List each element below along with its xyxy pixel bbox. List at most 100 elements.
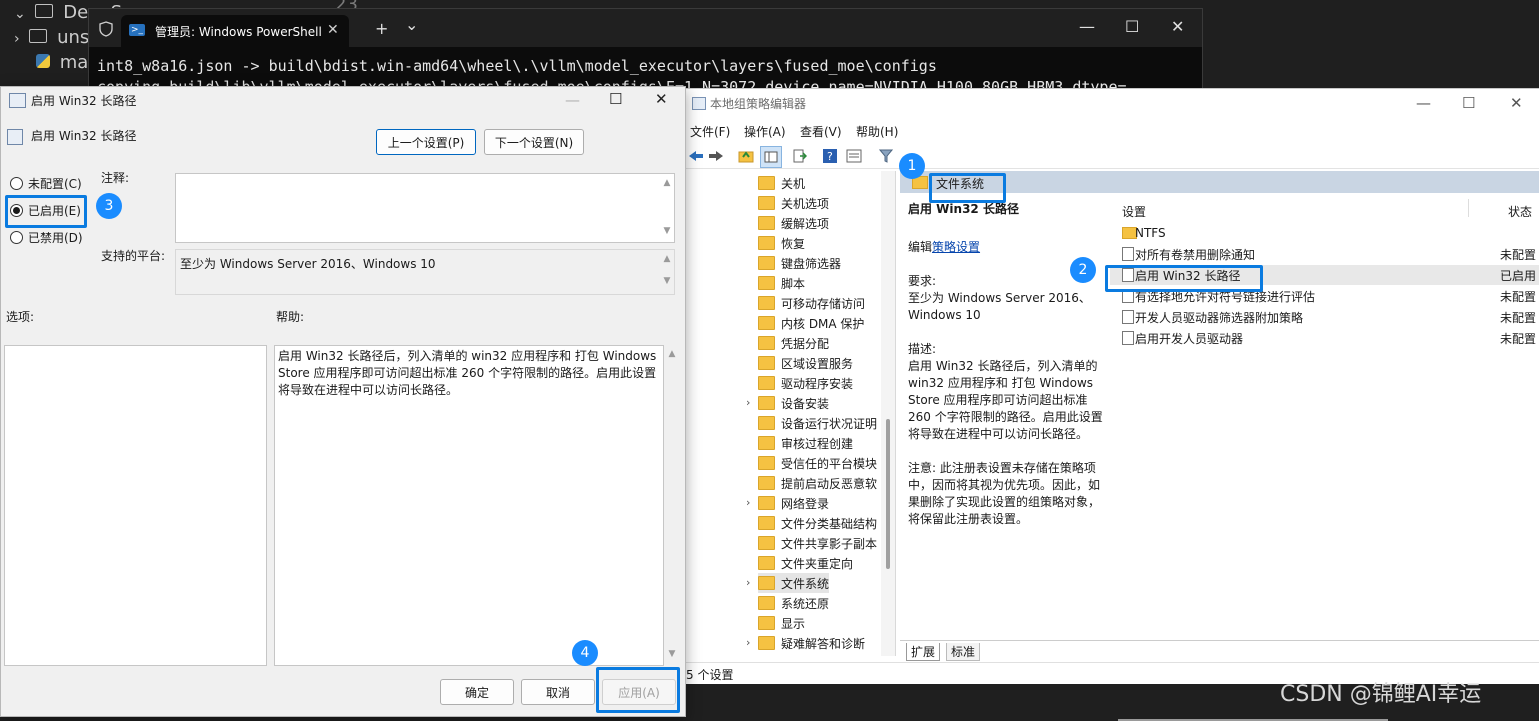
policy-icon	[7, 129, 23, 145]
setting-row[interactable]: 对所有卷禁用删除通知 未配置	[1110, 244, 1539, 264]
tree-item[interactable]: 受信任的平台模块	[758, 453, 877, 473]
next-setting-button[interactable]: 下一个设置(N)	[484, 129, 584, 155]
close-tab-icon[interactable]: ✕	[327, 22, 339, 38]
highlight-box-apply	[596, 667, 680, 713]
minimize-button[interactable]: —	[565, 91, 580, 109]
policy-tree[interactable]: 关机 关机选项 缓解选项 恢复 键盘筛选器脚本可移动存储访问 内核 DMA 保护 凭据分配区…	[684, 171, 896, 656]
tree-scrollbar[interactable]	[881, 171, 895, 656]
tree-item[interactable]: 键盘筛选器	[758, 253, 841, 273]
radio-disabled[interactable]: 已禁用(D)	[10, 229, 83, 246]
tree-item[interactable]: 系统还原	[758, 593, 829, 613]
filter-icon[interactable]	[876, 146, 896, 166]
settings-list[interactable]: 设置 状态 NTFS 对所有卷禁用删除通知 未配置 启用 Win32 长路径 已启用 有选…	[1110, 193, 1539, 721]
policy-editor-app-icon	[692, 97, 706, 110]
setting-label: 对所有卷禁用删除通知	[1135, 247, 1256, 262]
help-text: 启用 Win32 长路径后，列入清单的 win32 应用程序和 打包 Windo…	[278, 349, 657, 397]
column-state[interactable]: 状态	[1508, 203, 1532, 220]
tab-standard[interactable]: 标准	[946, 643, 981, 661]
up-folder-icon[interactable]	[736, 146, 756, 166]
comment-field[interactable]: ▲ ▼	[175, 173, 675, 243]
tree-scrollbar-thumb[interactable]	[886, 419, 890, 569]
radio-not-configured[interactable]: 未配置(C)	[10, 175, 82, 192]
tree-item[interactable]: 网络登录	[758, 493, 829, 513]
expand-chevron-icon[interactable]: ›	[746, 496, 750, 509]
view-tabs: 扩展 标准	[900, 640, 1539, 661]
explorer-row-3[interactable]: mai	[36, 52, 93, 73]
tree-item[interactable]: 文件夹重定向	[758, 553, 853, 573]
window-title: 本地组策略编辑器	[710, 97, 807, 111]
close-button[interactable]: ✕	[1171, 17, 1184, 36]
tree-item[interactable]: 恢复	[758, 233, 805, 253]
maximize-button[interactable]: ☐	[1125, 17, 1139, 36]
column-setting[interactable]: 设置	[1122, 203, 1146, 220]
menu-help[interactable]: 帮助(H)	[856, 123, 898, 140]
tree-item-label: 提前启动反恶意软	[781, 476, 878, 491]
tree-item[interactable]: 文件分类基础结构	[758, 513, 877, 533]
tree-item[interactable]: 关机	[758, 173, 805, 193]
tree-item[interactable]: 文件共享影子副本	[758, 533, 877, 553]
tree-item[interactable]: 文件系统	[758, 573, 830, 593]
tree-item[interactable]: 关机选项	[758, 193, 829, 213]
tree-item[interactable]: 内核 DMA 保护	[758, 313, 864, 333]
ok-button[interactable]: 确定	[440, 679, 514, 705]
tab-powershell[interactable]: >_ 管理员: Windows PowerShell ✕	[121, 15, 349, 47]
new-tab-button[interactable]: +	[375, 19, 388, 38]
explorer-row-2[interactable]: › uns	[14, 27, 89, 48]
menu-action[interactable]: 操作(A)	[744, 123, 786, 140]
folder-icon	[758, 236, 775, 250]
setting-row[interactable]: NTFS	[1110, 223, 1539, 243]
expand-chevron-icon[interactable]: ›	[746, 636, 750, 649]
comment-scrollbar[interactable]: ▲ ▼	[660, 174, 674, 242]
tree-item[interactable]: 显示	[758, 613, 805, 633]
maximize-button[interactable]: ☐	[1462, 94, 1475, 112]
folder-icon	[758, 496, 775, 510]
step-badge-2: 2	[1070, 257, 1096, 283]
tree-item[interactable]: 区域设置服务	[758, 353, 853, 373]
description-title: 启用 Win32 长路径	[908, 202, 1019, 216]
tree-item[interactable]: 凭据分配	[758, 333, 829, 353]
forward-arrow-icon[interactable]	[706, 146, 726, 166]
tree-item[interactable]: 驱动程序安装	[758, 373, 853, 393]
setting-row[interactable]: 开发人员驱动器筛选器附加策略 未配置	[1110, 307, 1539, 327]
minimize-button[interactable]: —	[1079, 17, 1095, 36]
tree-item[interactable]: 提前启动反恶意软	[758, 473, 877, 493]
back-arrow-icon[interactable]	[686, 146, 706, 166]
cancel-button[interactable]: 取消	[521, 679, 595, 705]
expand-chevron-icon[interactable]: ›	[746, 576, 750, 589]
export-list-icon[interactable]	[790, 146, 810, 166]
menu-view[interactable]: 查看(V)	[800, 123, 842, 140]
maximize-button[interactable]: ☐	[609, 90, 622, 108]
tab-extended[interactable]: 扩展	[906, 643, 941, 661]
tree-item[interactable]: 审核过程创建	[758, 433, 853, 453]
properties-icon[interactable]	[844, 146, 864, 166]
highlight-box-enabled	[5, 195, 87, 228]
close-button[interactable]: ✕	[655, 90, 668, 108]
help-label: 帮助:	[276, 310, 305, 324]
help-scrollbar[interactable]: ▲ ▼	[665, 345, 679, 664]
platform-scrollbar[interactable]: ▲ ▼	[660, 250, 674, 294]
tree-item[interactable]: 脚本	[758, 273, 805, 293]
setting-row[interactable]: 启用开发人员驱动器 未配置	[1110, 328, 1539, 348]
show-hide-tree-icon[interactable]	[760, 146, 782, 168]
help-icon[interactable]: ?	[820, 146, 840, 166]
edit-policy-link[interactable]: 策略设置	[932, 240, 980, 254]
folder-icon	[35, 4, 54, 18]
minimize-button[interactable]: —	[1416, 94, 1431, 112]
tree-item[interactable]: 疑难解答和诊断	[758, 633, 865, 653]
expand-chevron-icon[interactable]: ›	[746, 396, 750, 409]
platform-label: 支持的平台:	[101, 249, 166, 263]
menu-file[interactable]: 文件(F)	[690, 123, 730, 140]
tree-item[interactable]: 设备运行状况证明	[758, 413, 877, 433]
tree-item[interactable]: 设备安装	[758, 393, 829, 413]
status-text: 5 个设置	[686, 668, 734, 682]
tab-dropdown-button[interactable]: ⌄	[405, 15, 418, 34]
tree-item[interactable]: 缓解选项	[758, 213, 829, 233]
tree-item[interactable]: 可移动存储访问	[758, 293, 865, 313]
tree-item-label: 驱动程序安装	[781, 376, 854, 391]
policy-setting-dialog[interactable]: 启用 Win32 长路径 — ☐ ✕ 启用 Win32 长路径 上一个设置(P)…	[0, 86, 686, 717]
close-button[interactable]: ✕	[1510, 94, 1523, 112]
previous-setting-button[interactable]: 上一个设置(P)	[376, 129, 476, 155]
tree-item-label: 脚本	[781, 276, 806, 291]
policy-editor-window[interactable]: 本地组策略编辑器 — ☐ ✕ 文件(F) 操作(A) 查看(V) 帮助(H) ?…	[683, 88, 1539, 721]
options-panel	[4, 345, 267, 666]
